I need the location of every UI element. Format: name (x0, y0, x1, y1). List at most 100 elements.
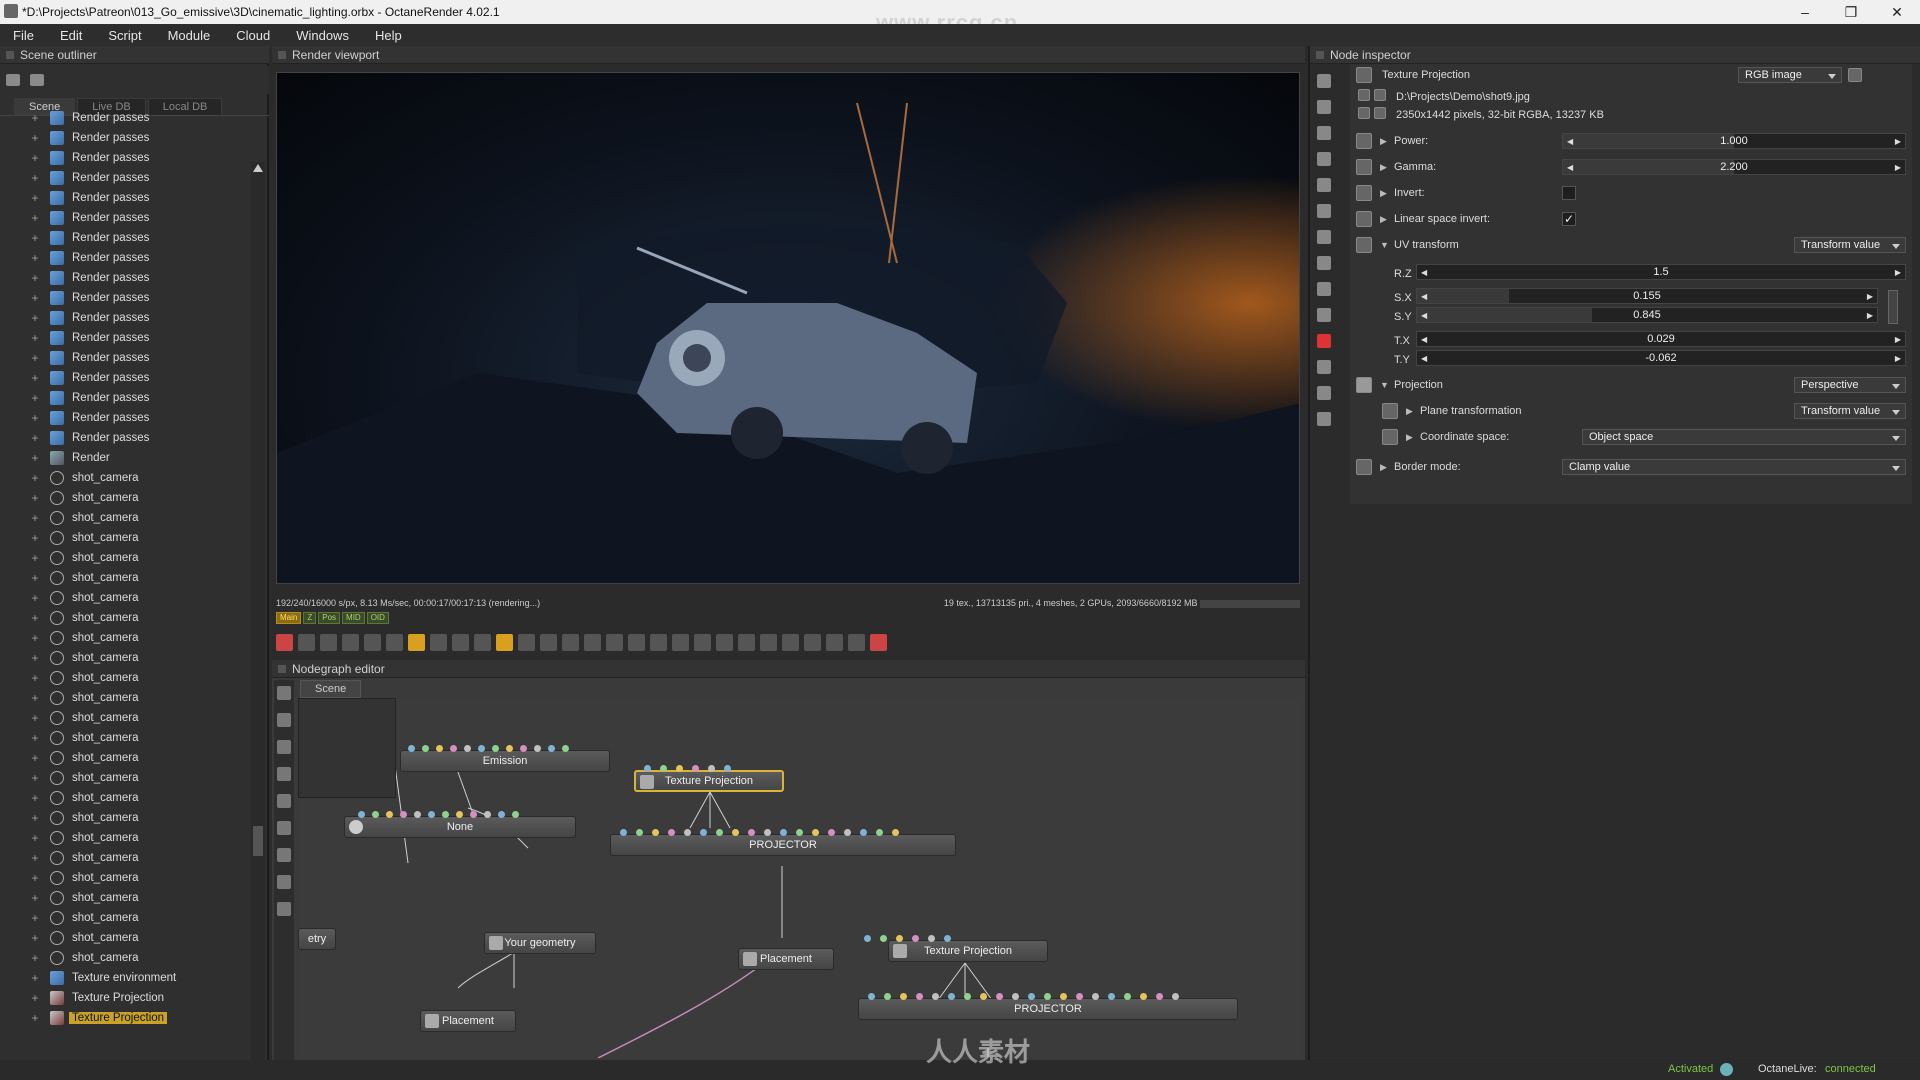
node-pin[interactable] (932, 993, 939, 1000)
tree-item[interactable]: + shot_camera (0, 568, 250, 588)
play-icon[interactable] (408, 633, 425, 651)
node-pin[interactable] (464, 745, 471, 752)
node-pin[interactable] (660, 765, 667, 772)
node-pin[interactable] (676, 765, 683, 772)
node-pin[interactable] (1044, 993, 1051, 1000)
node-pin[interactable] (520, 745, 527, 752)
expand-plus-icon[interactable]: + (30, 871, 40, 885)
tree-item[interactable]: + Render passes (0, 108, 250, 128)
tree-item[interactable]: + shot_camera (0, 588, 250, 608)
material-icon[interactable] (320, 633, 337, 651)
node-pin[interactable] (428, 811, 435, 818)
node-pin[interactable] (620, 829, 627, 836)
recompile-icon[interactable] (276, 633, 293, 651)
viewport-tool-icon[interactable] (584, 633, 601, 651)
node-tool-icon[interactable] (277, 794, 291, 808)
tree-item[interactable]: + Render passes (0, 368, 250, 388)
viewport-tool-icon[interactable] (738, 633, 755, 651)
node-pin[interactable] (358, 811, 365, 818)
expand-plus-icon[interactable]: + (30, 711, 40, 725)
expand-plus-icon[interactable]: + (30, 511, 40, 525)
tree-item[interactable]: + shot_camera (0, 748, 250, 768)
tree-item[interactable]: + Render passes (0, 228, 250, 248)
tree-item[interactable]: + shot_camera (0, 768, 250, 788)
expand-plus-icon[interactable]: + (30, 971, 40, 985)
inspector-tool-icon[interactable] (1317, 126, 1331, 140)
placement-node-1[interactable]: Placement (738, 948, 834, 970)
increment-icon[interactable]: ▶ (1895, 354, 1901, 363)
close-button[interactable]: ✕ (1874, 0, 1920, 24)
viewport-tool-icon[interactable] (628, 633, 645, 651)
expand-plus-icon[interactable]: + (30, 131, 40, 145)
tree-item[interactable]: + Texture environment (0, 968, 250, 988)
increment-icon[interactable]: ▶ (1895, 268, 1901, 277)
tree-item[interactable]: + shot_camera (0, 628, 250, 648)
increment-icon[interactable]: ▶ (1867, 311, 1873, 320)
expand-plus-icon[interactable]: + (30, 571, 40, 585)
node-pin[interactable] (1076, 993, 1083, 1000)
inspector-tool-icon[interactable] (1317, 204, 1331, 218)
placement-node-2[interactable]: Placement (420, 1010, 516, 1032)
expand-plus-icon[interactable]: + (30, 331, 40, 345)
tree-item[interactable]: + shot_camera (0, 468, 250, 488)
pass-tab-pos[interactable]: Pos (318, 612, 341, 624)
node-pin[interactable] (1156, 993, 1163, 1000)
sy-field[interactable]: ◀ 0.845 ▶ (1416, 307, 1878, 323)
zoom-icon[interactable] (606, 633, 623, 651)
nodegraph-tab-scene[interactable]: Scene (300, 680, 362, 698)
expand-plus-icon[interactable]: + (30, 891, 40, 905)
node-tool-icon[interactable] (277, 740, 291, 754)
tree-item[interactable]: + Render passes (0, 348, 250, 368)
node-pin[interactable] (1028, 993, 1035, 1000)
projection-dropdown[interactable]: Perspective (1794, 377, 1906, 393)
node-pin[interactable] (506, 745, 513, 752)
node-pin[interactable] (780, 829, 787, 836)
node-pin[interactable] (498, 811, 505, 818)
expand-plus-icon[interactable]: + (30, 1011, 40, 1025)
expand-plus-icon[interactable]: + (30, 231, 40, 245)
tree-item[interactable]: + shot_camera (0, 728, 250, 748)
tree-item[interactable]: + Render passes (0, 248, 250, 268)
pause-icon[interactable] (386, 633, 403, 651)
inspector-tool-icon[interactable] (1317, 334, 1331, 348)
pass-tab-oid[interactable]: OID (366, 612, 389, 624)
expand-plus-icon[interactable]: + (30, 191, 40, 205)
node-pin[interactable] (876, 829, 883, 836)
scroll-up-icon[interactable] (253, 164, 263, 172)
node-pin[interactable] (764, 829, 771, 836)
expand-plus-icon[interactable]: + (30, 311, 40, 325)
node-pin[interactable] (944, 935, 951, 942)
node-tool-icon[interactable] (277, 875, 291, 889)
node-pin[interactable] (372, 811, 379, 818)
sx-field[interactable]: ◀ 0.155 ▶ (1416, 288, 1878, 304)
edit-icon[interactable] (1374, 107, 1386, 119)
expand-plus-icon[interactable]: + (30, 531, 40, 545)
menu-module[interactable]: Module (155, 28, 224, 43)
node-pin[interactable] (948, 993, 955, 1000)
stop-icon[interactable] (342, 633, 359, 651)
inspector-tool-icon[interactable] (1317, 230, 1331, 244)
projector-node-2[interactable]: PROJECTOR (858, 998, 1238, 1020)
decrement-icon[interactable]: ◀ (1421, 311, 1427, 320)
tree-item[interactable]: + shot_camera (0, 548, 250, 568)
gamma-slider[interactable]: ◀ 2.200 ▶ (1562, 159, 1906, 175)
texture-projection-node-1[interactable]: Texture Projection (634, 770, 784, 792)
tree-item[interactable]: + shot_camera (0, 828, 250, 848)
node-pin[interactable] (812, 829, 819, 836)
expand-plus-icon[interactable]: + (30, 271, 40, 285)
inspector-tool-icon[interactable] (1317, 412, 1331, 426)
node-pin[interactable] (868, 993, 875, 1000)
reload-icon[interactable] (1374, 89, 1386, 101)
rz-field[interactable]: ◀ 1.5 ▶ (1416, 264, 1906, 280)
increment-icon[interactable]: ▶ (1895, 163, 1901, 172)
tree-item[interactable]: + Render passes (0, 288, 250, 308)
node-pin[interactable] (548, 745, 555, 752)
node-pin[interactable] (450, 745, 457, 752)
ty-field[interactable]: ◀ -0.062 ▶ (1416, 350, 1906, 366)
tree-item[interactable]: + Render passes (0, 388, 250, 408)
node-pin[interactable] (1172, 993, 1179, 1000)
node-pin[interactable] (732, 829, 739, 836)
expand-plus-icon[interactable]: + (30, 411, 40, 425)
tree-item[interactable]: + Render passes (0, 328, 250, 348)
node-pin[interactable] (534, 745, 541, 752)
